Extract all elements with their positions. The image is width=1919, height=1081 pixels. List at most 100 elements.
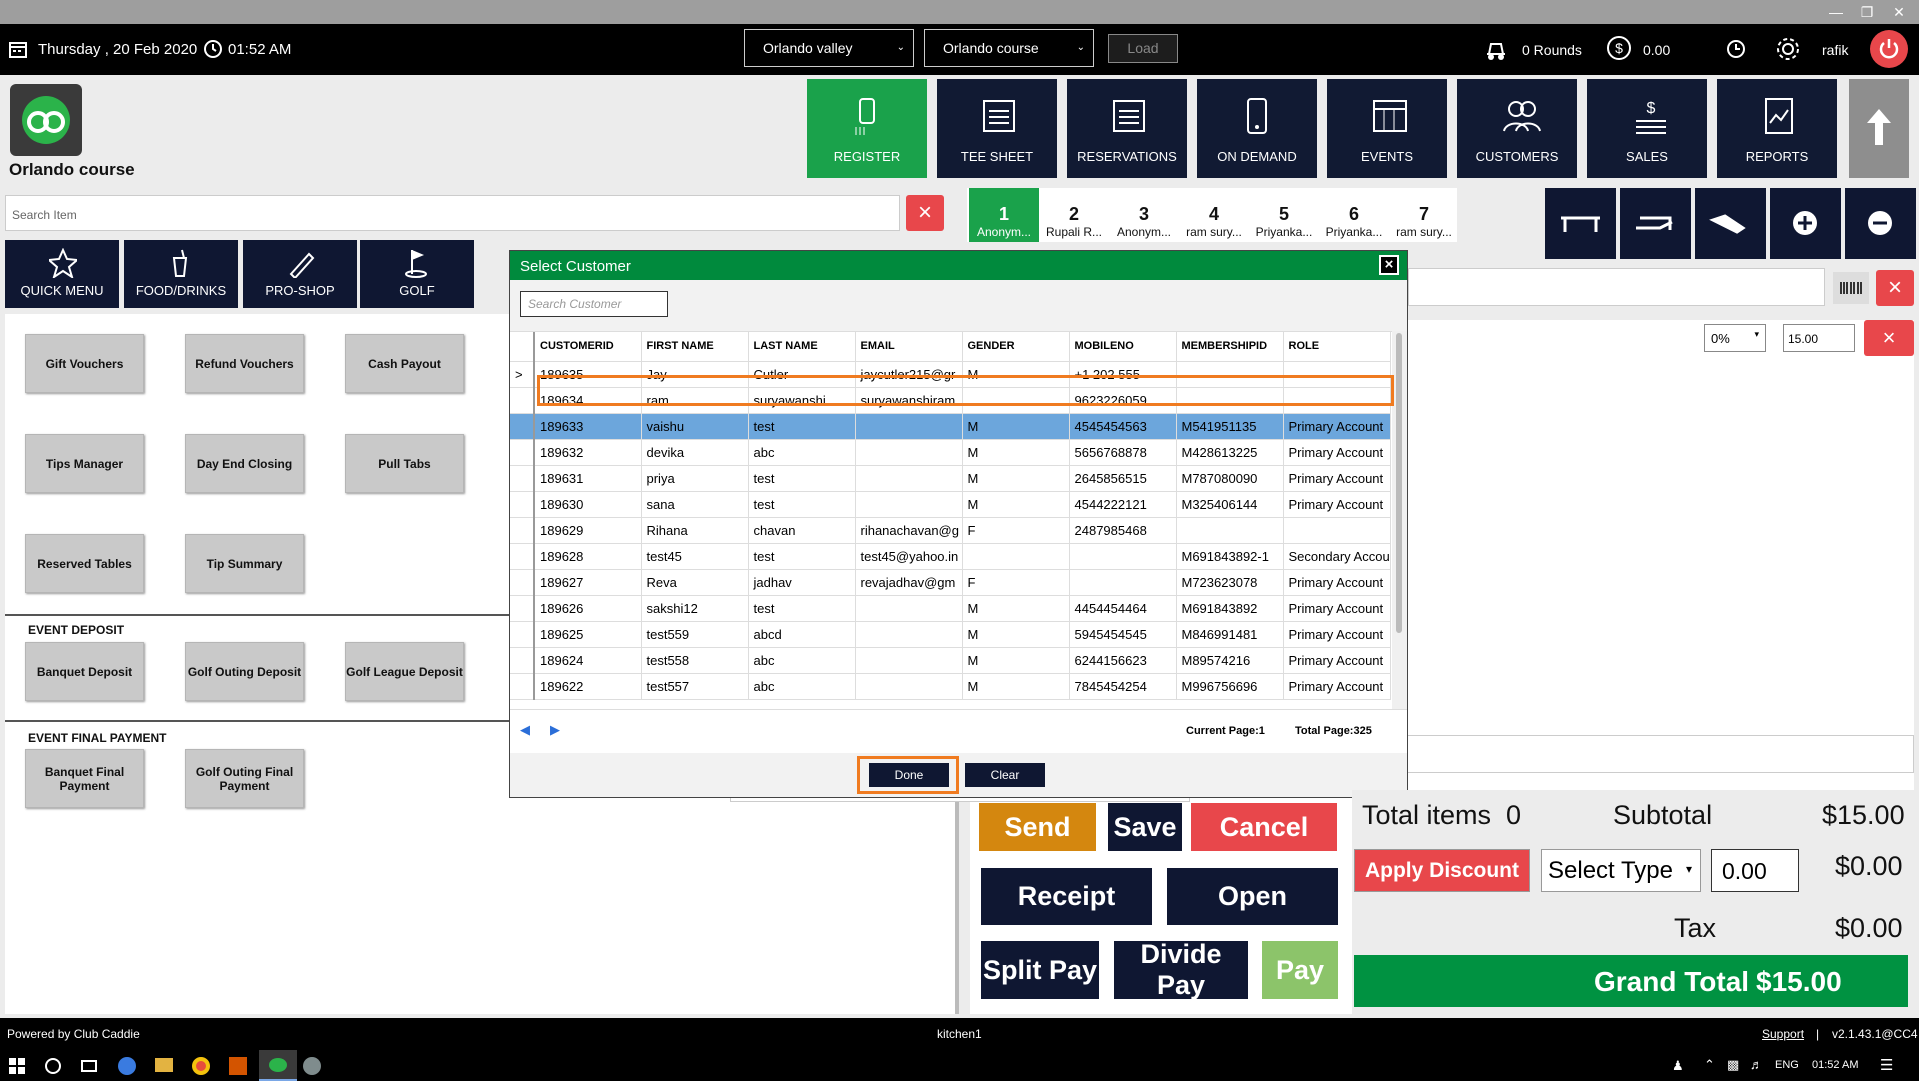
table-row[interactable]: 189622 test557 abc M 7845454254 M996756696 Pri… [510, 673, 1391, 700]
nav-customers[interactable]: CUSTOMERS [1457, 79, 1577, 178]
banquet-deposit-button[interactable]: Banquet Deposit [25, 642, 144, 701]
tips-manager-button[interactable]: Tips Manager [25, 434, 144, 493]
ticket-tab[interactable]: 4 ram sury... [1179, 188, 1249, 242]
apply-discount-button[interactable]: Apply Discount [1354, 849, 1530, 892]
golf-outing-deposit-button[interactable]: Golf Outing Deposit [185, 642, 304, 701]
row-marker[interactable] [510, 413, 535, 440]
notification-icon[interactable]: ☰ [1880, 1056, 1893, 1074]
minimize-icon[interactable]: — [1822, 2, 1850, 22]
restore-icon[interactable]: ❐ [1853, 2, 1881, 22]
support-link[interactable]: Support [1762, 1027, 1804, 1041]
split-pay-button[interactable]: Split Pay [981, 941, 1099, 999]
nav-sales[interactable]: $ SALES [1587, 79, 1707, 178]
search-customer-input[interactable]: Search Customer [520, 291, 668, 317]
column-header[interactable]: MOBILENO [1069, 332, 1177, 362]
table-row[interactable]: 189624 test558 abc M 6244156623 M89574216 Prim… [510, 647, 1391, 674]
table-row[interactable]: 189627 Reva jadhav revajadhav@gm F M723623078… [510, 569, 1391, 596]
gear-icon[interactable] [1775, 36, 1801, 62]
nav-on-demand[interactable]: ON DEMAND [1197, 79, 1317, 178]
column-header[interactable]: FIRST NAME [641, 332, 749, 362]
barcode-input[interactable] [1408, 268, 1825, 306]
barcode-button[interactable] [1833, 272, 1869, 304]
scroll-up-button[interactable] [1849, 79, 1909, 178]
close-icon[interactable]: ✕ [1885, 2, 1913, 22]
save-button[interactable]: Save [1108, 803, 1182, 851]
prev-page-icon[interactable]: ◀ [520, 722, 530, 738]
banquet-final-payment-button[interactable]: Banquet Final Payment [25, 749, 144, 808]
clear-barcode-button[interactable]: × [1876, 270, 1914, 306]
ticket-tab[interactable]: 5 Priyanka... [1249, 188, 1319, 242]
people-icon[interactable]: ♟ [1672, 1058, 1684, 1074]
discount-type-select[interactable]: Select Type ▾ [1541, 849, 1701, 892]
row-marker[interactable] [510, 569, 535, 596]
row-marker[interactable] [510, 491, 535, 518]
table-row[interactable]: 189625 test559 abcd M 5945454545 M846991481 Pr… [510, 621, 1391, 648]
nav-events[interactable]: EVENTS [1327, 79, 1447, 178]
ticket-tab[interactable]: 1 Anonym... [969, 188, 1039, 242]
ticket-tab[interactable]: 7 ram sury... [1389, 188, 1459, 242]
table-row[interactable]: 189629 Rihana chavan rihanachavan@g F 2487985… [510, 517, 1391, 544]
scrollbar-thumb[interactable] [1396, 333, 1402, 633]
chevron-up-icon[interactable]: ⌃ [1704, 1057, 1715, 1073]
transfer-button[interactable] [1695, 188, 1766, 259]
golf-outing-final-payment-button[interactable]: Golf Outing Final Payment [185, 749, 304, 808]
file-explorer-icon[interactable] [155, 1058, 173, 1072]
grid-scrollbar[interactable] [1392, 331, 1407, 709]
chrome-icon[interactable] [192, 1057, 210, 1075]
app-icon[interactable] [303, 1057, 321, 1075]
load-button[interactable]: Load [1108, 34, 1178, 63]
open-button[interactable]: Open [1167, 868, 1338, 925]
column-header[interactable]: ROLE [1283, 332, 1391, 362]
reserved-tables-button[interactable]: Reserved Tables [25, 534, 144, 593]
add-tab-button[interactable] [1770, 188, 1841, 259]
next-page-icon[interactable]: ▶ [550, 722, 560, 738]
sublime-icon[interactable] [229, 1057, 247, 1075]
location-select[interactable]: Orlando valley ⌄ [744, 29, 914, 67]
done-button[interactable]: Done [869, 763, 949, 787]
pay-button[interactable]: Pay [1262, 941, 1338, 999]
tip-summary-button[interactable]: Tip Summary [185, 534, 304, 593]
row-marker[interactable] [510, 621, 535, 648]
column-header[interactable]: GENDER [962, 332, 1070, 362]
row-marker[interactable] [510, 517, 535, 544]
pull-tabs-button[interactable]: Pull Tabs [345, 434, 464, 493]
receipt-button[interactable]: Receipt [981, 868, 1152, 925]
row-marker[interactable] [510, 673, 535, 700]
task-view-icon[interactable] [80, 1057, 98, 1075]
clear-search-button[interactable]: × [906, 195, 944, 231]
remove-line-button[interactable]: × [1864, 320, 1914, 356]
category-food-drinks[interactable]: FOOD/DRINKS [124, 240, 238, 308]
taskbar-clock[interactable]: 01:52 AM [1812, 1059, 1858, 1071]
divide-pay-button[interactable]: Divide Pay [1114, 939, 1248, 1000]
search-circle-icon[interactable] [44, 1057, 62, 1075]
row-marker[interactable] [510, 647, 535, 674]
history-clock-icon[interactable] [1725, 38, 1747, 60]
table-row[interactable]: 189633 vaishu test M 4545454563 M541951135 Pri… [510, 413, 1391, 440]
nav-reports[interactable]: REPORTS [1717, 79, 1837, 178]
row-marker[interactable] [510, 595, 535, 622]
edge-browser-icon[interactable] [118, 1057, 136, 1075]
discount-amount-input[interactable]: 0.00 [1711, 849, 1799, 892]
ticket-tab[interactable]: 6 Priyanka... [1319, 188, 1389, 242]
column-header[interactable]: LAST NAME [748, 332, 856, 362]
clubcaddie-taskbar-icon[interactable] [259, 1050, 297, 1081]
dialog-close-button[interactable]: × [1379, 255, 1399, 275]
table-row[interactable]: 189631 priya test M 2645856515 M787080090 Prim… [510, 465, 1391, 492]
table-row[interactable]: 189626 sakshi12 test M 4454454464 M691843892 P… [510, 595, 1391, 622]
search-item-input[interactable]: Search Item [5, 195, 900, 231]
table-button[interactable] [1545, 188, 1616, 259]
column-header[interactable]: MEMBERSHIPID [1176, 332, 1284, 362]
network-icon[interactable]: ▩ [1727, 1057, 1739, 1073]
refund-vouchers-button[interactable]: Refund Vouchers [185, 334, 304, 393]
nav-reservations[interactable]: RESERVATIONS [1067, 79, 1187, 178]
ticket-tab[interactable]: 3 Anonym... [1109, 188, 1179, 242]
volume-icon[interactable]: ♬ [1750, 1057, 1763, 1072]
discount-value-input[interactable]: 15.00 [1783, 324, 1855, 352]
power-button[interactable] [1870, 30, 1908, 68]
table-row[interactable]: 189630 sana test M 4544222121 M325406144 Prima… [510, 491, 1391, 518]
cash-payout-button[interactable]: Cash Payout [345, 334, 464, 393]
ticket-note-field[interactable] [1404, 735, 1914, 773]
gift-vouchers-button[interactable]: Gift Vouchers [25, 334, 144, 393]
nav-register[interactable]: REGISTER [807, 79, 927, 178]
clear-button[interactable]: Clear [965, 763, 1045, 787]
